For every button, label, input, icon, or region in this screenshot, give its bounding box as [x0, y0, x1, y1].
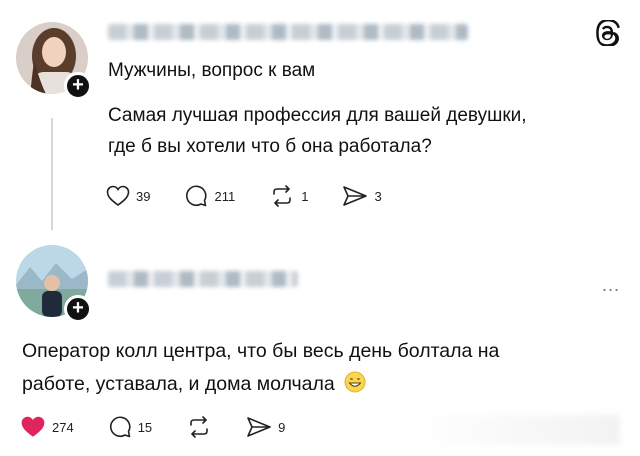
share-icon: [247, 417, 271, 437]
share-button[interactable]: 9: [246, 416, 285, 438]
post-body-text: работе, уставала, и дома молчала: [22, 373, 335, 395]
follow-plus-icon[interactable]: +: [64, 72, 92, 100]
more-icon[interactable]: ...: [602, 275, 620, 296]
post-body: Самая лучшая профессия для вашей девушки…: [108, 100, 628, 162]
repost-button[interactable]: 1: [269, 185, 308, 207]
reply-button[interactable]: 15: [108, 415, 152, 439]
reply-count: 211: [214, 188, 236, 204]
comment-icon: [109, 416, 131, 438]
like-button[interactable]: 39: [106, 185, 150, 207]
thread-post-reply: + ... Оператор колл центра, что бы весь …: [0, 235, 640, 456]
thread-post-question: + Мужчины, вопрос к вам Самая лучшая про…: [0, 0, 640, 235]
heart-outline-icon: [106, 185, 130, 206]
post-actions: 274 15 9: [20, 415, 319, 439]
reply-count: 15: [137, 419, 153, 435]
heart-filled-icon: [21, 416, 45, 437]
comment-icon: [186, 185, 208, 207]
grinning-emoji-icon: [344, 371, 366, 393]
repost-button[interactable]: [186, 416, 212, 438]
share-count: 9: [278, 419, 286, 435]
repost-icon: [273, 185, 292, 207]
author-avatar[interactable]: +: [16, 22, 92, 100]
share-button[interactable]: 3: [342, 185, 382, 207]
post-body-line: Оператор колл центра, что бы весь день б…: [22, 340, 500, 362]
like-count: 39: [136, 188, 151, 204]
post-body-line: где б вы хотели что б она работала?: [108, 136, 432, 157]
post-body-line: работе, уставала, и дома молчала: [22, 368, 622, 401]
post-body: Оператор колл центра, что бы весь день б…: [22, 335, 622, 401]
share-count: 3: [374, 188, 382, 204]
like-button[interactable]: 274: [20, 415, 74, 439]
repost-count: 1: [301, 188, 309, 204]
watermark-blurred: [410, 415, 620, 445]
post-subtitle: Мужчины, вопрос к вам: [108, 60, 316, 81]
share-icon: [343, 186, 368, 206]
reply-button[interactable]: 211: [184, 184, 235, 208]
post-actions: 39 211 1 3: [106, 184, 416, 208]
post-body-line: Самая лучшая профессия для вашей девушки…: [108, 105, 527, 126]
repost-icon: [190, 416, 208, 438]
threads-logo-icon: [596, 20, 620, 46]
username-blurred: [108, 24, 468, 40]
like-count: 274: [52, 419, 74, 435]
thread-connector-line: [51, 118, 53, 230]
follow-plus-icon[interactable]: +: [64, 295, 92, 323]
author-avatar[interactable]: +: [16, 245, 92, 323]
username-blurred: [108, 271, 298, 287]
